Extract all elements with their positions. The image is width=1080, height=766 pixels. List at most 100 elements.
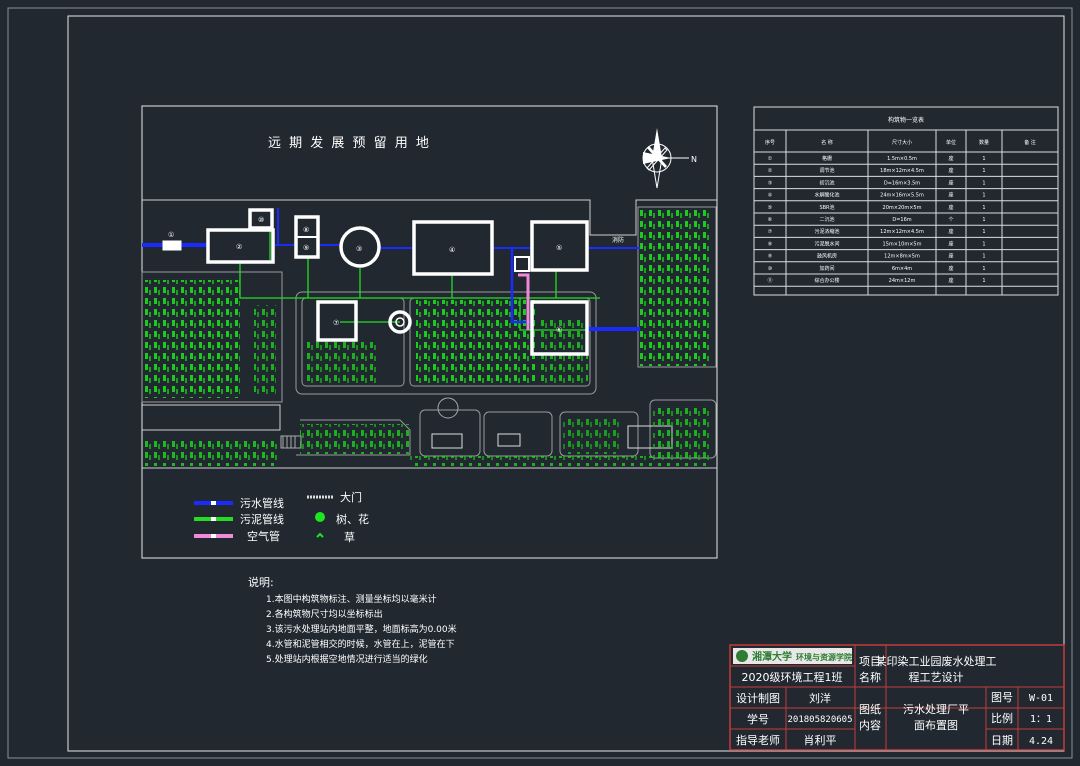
student-id: 201805820605 (787, 715, 852, 725)
content-line1: 污水处理厂平 (903, 703, 969, 716)
table-cell: ② (768, 168, 773, 174)
date-value: 4.24 (1029, 736, 1053, 747)
table-cell: 格栅 (822, 155, 832, 162)
table-cell: D=16m (892, 217, 911, 223)
table-cell: 24m×16m×5.5m (880, 193, 924, 199)
table-cell: 1 (982, 193, 985, 199)
table-cell: ⑩ (768, 266, 773, 272)
table-cell: ⑨ (768, 254, 772, 260)
table-cell: ⑪ (767, 277, 772, 284)
green-area (562, 418, 622, 454)
svg-text:N: N (691, 155, 697, 164)
green-area (300, 424, 410, 454)
table-cell: 1 (982, 168, 985, 174)
table-cell: 座 (948, 240, 953, 247)
reserve-land-label: 远 期 发 展 预 留 用 地 (268, 135, 431, 151)
north-arrow-icon: N (642, 128, 697, 189)
legend-gate-label: 大门 (340, 490, 362, 504)
table-header: 序号 (765, 139, 775, 146)
green-area (410, 456, 710, 466)
site-plan: 远 期 发 展 预 留 用 地 N ① ② ⑩ ⑧ ⑨ ③ ④ ⑤ ⑥ ⑦ 消防… (141, 105, 718, 559)
table-cell: SBR池 (819, 204, 834, 211)
notes: 说明: 1.本图中构筑物标注、测量坐标均以毫米计 2.各构筑物尺寸均以坐标标出 … (248, 575, 457, 665)
project-label-line2: 名称 (859, 670, 881, 684)
notes-title: 说明: (248, 575, 274, 589)
table-cell: 鼓风机房 (817, 253, 837, 260)
table-cell: 座 (948, 228, 953, 235)
table-cell: 1 (982, 278, 985, 284)
content-label-line1: 图纸 (859, 703, 881, 716)
table-cell: 1 (982, 241, 985, 247)
project-name-line1: 某印染工业园废水处理工 (876, 654, 997, 668)
table-cell: D=16m×3.5m (884, 180, 920, 186)
drawing-no-label: 图号 (991, 691, 1013, 704)
table-header: 尺寸大小 (892, 139, 912, 146)
table-cell: 1 (982, 229, 985, 235)
date-label: 日期 (991, 734, 1013, 747)
table-cell: 座 (948, 204, 953, 211)
unit-blower (514, 256, 530, 272)
table-cell: 1 (982, 156, 985, 162)
note-item: 5.处理站内根据空地情况进行适当的绿化 (266, 653, 428, 665)
table-header: 名 称 (821, 139, 833, 146)
green-area (254, 305, 276, 397)
green-area (144, 280, 240, 398)
table-cell: 12m×8m×5m (884, 254, 920, 260)
scale-value: 1：1 (1030, 714, 1052, 725)
table-cell: 初沉池 (819, 179, 834, 186)
drawn-by: 刘洋 (809, 691, 831, 705)
green-area (306, 340, 376, 384)
student-id-label: 学号 (747, 712, 769, 726)
green-area (652, 406, 712, 456)
table-cell: 座 (948, 179, 953, 186)
green-area (640, 208, 712, 366)
content-line2: 面布置图 (914, 719, 958, 732)
unit-label: ⑦ (333, 319, 339, 327)
unit-label: ⑧ (303, 226, 309, 234)
note-item: 1.本图中构筑物标注、测量坐标均以毫米计 (266, 593, 437, 605)
table-cell: 1 (982, 266, 985, 272)
table-header: 备 注 (1024, 139, 1036, 146)
table-cell: ⑦ (768, 229, 773, 235)
table-cell: ⑧ (768, 241, 773, 247)
table-cell: 污泥浓缩池 (814, 228, 839, 235)
table-cell: 座 (948, 277, 953, 284)
table-cell: 座 (948, 253, 953, 260)
title-block: 湘潭大学 环境与资源学院 2020级环境工程1班 设计制图 刘洋 学号 2018… (729, 644, 1065, 751)
table-cell: ③ (768, 180, 772, 186)
table-cell: ⑤ (768, 205, 772, 211)
table-header: 数量 (979, 139, 989, 146)
table-cell: 加药间 (819, 265, 834, 272)
structure-table: 构筑物一览表 序号 名 称 尺寸大小 单位 数量 备 注 ① 格栅 1.5m×0.5m 座 1 ② 调节… (753, 106, 1059, 296)
unit-label: ④ (449, 246, 455, 254)
table-cell: 15m×10m×5m (883, 241, 922, 247)
table-cell: 座 (948, 155, 953, 162)
green-area (416, 300, 536, 384)
table-cell: 1 (982, 254, 985, 260)
table-cell: 座 (948, 265, 953, 272)
table-cell: 座 (948, 167, 953, 174)
table-cell: 个 (948, 217, 953, 223)
advisor-name: 肖利平 (804, 733, 837, 747)
table-cell: 二沉池 (819, 216, 834, 223)
school-name: 湘潭大学 (752, 650, 792, 663)
table-cell: 调节池 (819, 167, 834, 174)
unit-label: ① (168, 231, 174, 239)
table-cell: 12m×12m×4.5m (880, 229, 924, 235)
content-label-line2: 内容 (859, 718, 881, 732)
legend-air-label: 空气管 (247, 529, 280, 543)
unit-label: ⑤ (556, 244, 562, 252)
table-cell: ④ (768, 193, 773, 199)
unit-label: ② (236, 243, 242, 251)
unit-label: ⑨ (303, 244, 309, 252)
table-cell: 座 (948, 192, 953, 199)
table-cell: 1.5m×0.5m (887, 156, 917, 162)
tree-icon (315, 512, 325, 522)
scale-label: 比例 (991, 711, 1013, 725)
table-cell: 1 (982, 180, 985, 186)
note-item: 3.该污水处理站内地面平整，地面标高为0.00米 (266, 623, 457, 635)
grass-icon (316, 532, 324, 538)
school-logo-icon (736, 650, 748, 662)
college-name: 环境与资源学院 (796, 652, 852, 662)
legend-grass-label: 草 (344, 531, 355, 544)
